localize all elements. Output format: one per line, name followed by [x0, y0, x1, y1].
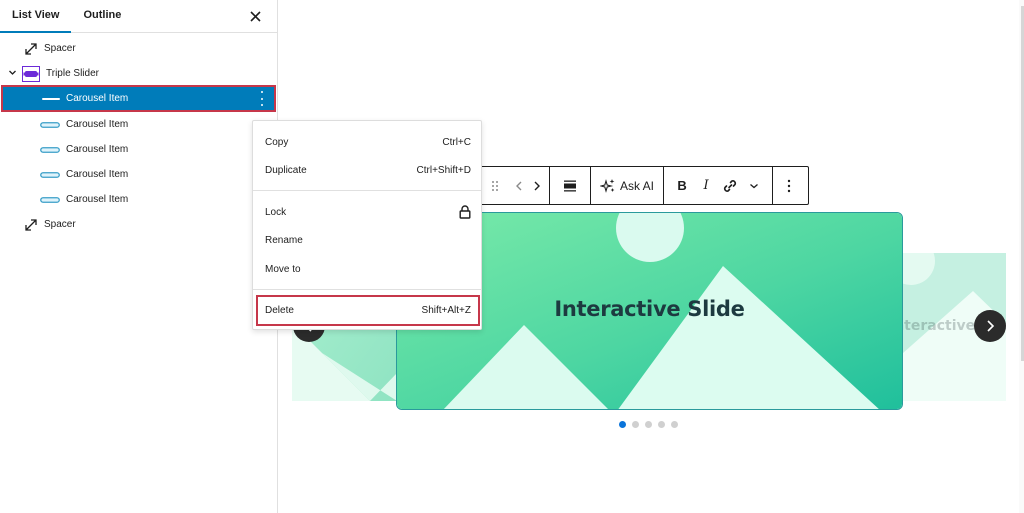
block-options-button[interactable] — [777, 172, 801, 200]
menu-item-shortcut: Ctrl+C — [442, 136, 471, 148]
menu-item-rename[interactable]: Rename — [257, 227, 479, 253]
chevron-down-icon[interactable] — [8, 68, 17, 77]
resize-arrows-icon — [24, 218, 38, 232]
link-button[interactable] — [718, 172, 742, 200]
chevron-right-icon — [987, 320, 995, 332]
menu-item-label: Lock — [265, 206, 287, 218]
close-icon — [249, 10, 261, 22]
menu-item-delete[interactable]: Delete Shift+Alt+Z — [256, 295, 480, 326]
close-sidebar-button[interactable] — [245, 6, 265, 26]
pagination-dot-1[interactable] — [619, 421, 626, 428]
tab-list-view[interactable]: List View — [0, 0, 72, 33]
sparkles-icon — [600, 178, 615, 193]
move-left-button[interactable] — [507, 172, 531, 200]
tree-item-carousel-item[interactable]: Carousel Item — [0, 187, 274, 212]
chevron-right-icon — [534, 181, 540, 190]
drag-handle-icon — [492, 180, 498, 191]
block-context-menu: Copy Ctrl+C Duplicate Ctrl+Shift+D Lock … — [252, 120, 482, 330]
tree-item-triple-slider[interactable]: Triple Slider — [0, 61, 274, 86]
next-slide-button[interactable] — [974, 310, 1006, 342]
menu-item-label: Rename — [265, 234, 303, 246]
more-formatting-button[interactable] — [742, 172, 766, 200]
drag-handle[interactable] — [483, 172, 507, 200]
block-toolbar: Ask AI B I — [470, 166, 809, 205]
more-vertical-icon — [787, 179, 791, 192]
italic-button[interactable]: I — [694, 172, 718, 200]
menu-item-move-to[interactable]: Move to — [257, 256, 479, 282]
move-right-button[interactable] — [531, 172, 543, 200]
sidebar-tabs: List View Outline — [0, 0, 277, 33]
chevron-down-icon — [750, 183, 758, 188]
tree-item-carousel-item[interactable]: Carousel Item — [0, 137, 274, 162]
menu-item-lock[interactable]: Lock — [257, 199, 479, 225]
carousel-item-icon — [40, 121, 60, 128]
align-button[interactable] — [558, 172, 582, 200]
tree-item-carousel-item[interactable]: Carousel Item — [0, 162, 274, 187]
canvas-scrollbar[interactable] — [1019, 0, 1024, 513]
carousel-item-icon — [42, 96, 60, 102]
pagination-dot-3[interactable] — [645, 421, 652, 428]
tree-item-label: Carousel Item — [66, 93, 129, 104]
toolbar-format-group: B I — [664, 167, 774, 204]
tab-outline[interactable]: Outline — [71, 0, 133, 33]
tree-item-label: Carousel Item — [66, 144, 129, 155]
align-full-width-icon — [564, 180, 576, 191]
toolbar-move-group — [471, 167, 550, 204]
pagination-dot-5[interactable] — [671, 421, 678, 428]
resize-arrows-icon — [24, 42, 38, 56]
menu-item-shortcut: Ctrl+Shift+D — [416, 164, 471, 176]
ask-ai-button[interactable]: Ask AI — [598, 172, 656, 200]
slider-block-icon — [22, 65, 40, 82]
carousel-item-icon — [40, 146, 60, 153]
list-view-sidebar: List View Outline Spacer Triple Slider C… — [0, 0, 278, 513]
slider-pagination — [619, 421, 678, 428]
pagination-dot-4[interactable] — [658, 421, 665, 428]
tree-item-spacer[interactable]: Spacer — [0, 212, 274, 237]
menu-item-label: Duplicate — [265, 164, 307, 176]
tree-item-label: Triple Slider — [46, 68, 99, 79]
tree-item-label: Carousel Item — [66, 169, 129, 180]
toolbar-ai-group: Ask AI — [591, 167, 665, 204]
menu-item-label: Move to — [265, 263, 301, 275]
menu-separator — [253, 190, 481, 191]
menu-item-copy[interactable]: Copy Ctrl+C — [257, 129, 479, 155]
editor-window: List View Outline Spacer Triple Slider C… — [0, 0, 1024, 513]
lock-icon — [459, 205, 471, 219]
chevron-left-icon — [516, 181, 522, 190]
toolbar-align-group — [550, 167, 591, 204]
ask-ai-label: Ask AI — [620, 178, 655, 193]
tree-item-carousel-item-selected[interactable]: Carousel Item — [1, 85, 276, 112]
carousel-item-icon — [40, 171, 60, 178]
bold-button[interactable]: B — [670, 172, 694, 200]
menu-item-shortcut: Shift+Alt+Z — [421, 305, 471, 316]
menu-item-duplicate[interactable]: Duplicate Ctrl+Shift+D — [257, 157, 479, 183]
tree-item-carousel-item[interactable]: Carousel Item — [0, 112, 274, 137]
tree-item-label: Spacer — [44, 219, 76, 230]
toolbar-options-group — [773, 167, 807, 204]
tree-item-label: Spacer — [44, 43, 76, 54]
tree-item-label: Carousel Item — [66, 194, 129, 205]
menu-separator — [253, 289, 481, 290]
menu-item-label: Delete — [265, 305, 294, 316]
more-options-icon[interactable] — [259, 91, 265, 106]
menu-item-label: Copy — [265, 136, 289, 148]
link-icon — [723, 179, 737, 192]
pagination-dot-2[interactable] — [632, 421, 639, 428]
carousel-item-icon — [40, 196, 60, 203]
tree-item-label: Carousel Item — [66, 119, 129, 130]
tree-item-spacer[interactable]: Spacer — [0, 36, 274, 61]
